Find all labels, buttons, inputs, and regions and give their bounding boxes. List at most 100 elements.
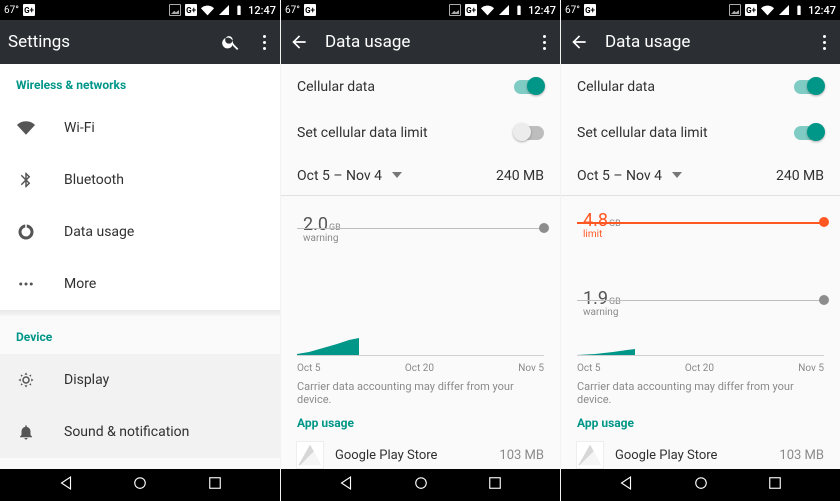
settings-item-data-usage[interactable]: Data usage [0, 206, 280, 258]
period-label: Oct 5 – Nov 4 [577, 168, 662, 184]
settings-item-display[interactable]: Display [0, 354, 280, 406]
nav-home-button[interactable] [692, 474, 710, 496]
nav-bar [561, 469, 840, 501]
nav-recents-button[interactable] [766, 474, 784, 496]
gplus-icon: G+ [185, 4, 197, 16]
settings-item-more[interactable]: More [0, 258, 280, 310]
screenshot-indicator-icon [449, 4, 461, 16]
wifi-icon [481, 4, 494, 17]
period-total: 240 MB [776, 168, 824, 184]
overflow-menu-button[interactable] [257, 35, 272, 50]
search-button[interactable] [221, 32, 241, 52]
overflow-menu-button[interactable] [537, 35, 552, 50]
x-axis [577, 355, 824, 356]
battery-icon [234, 3, 244, 17]
cell-signal-icon [498, 4, 510, 16]
nav-back-button[interactable] [617, 474, 635, 496]
status-bar: 67° G+ G+ 12:47 [561, 0, 840, 20]
app-usage-row[interactable]: Google Play Store 103 MB [561, 438, 840, 468]
app-name: Google Play Store [615, 448, 767, 463]
nav-home-button[interactable] [412, 474, 430, 496]
status-temp: 67° [285, 5, 300, 16]
app-usage-header: App usage [281, 416, 560, 438]
billing-period-selector[interactable]: Oct 5 – Nov 4 240 MB [281, 156, 560, 196]
set-limit-switch[interactable] [514, 126, 544, 140]
back-button[interactable] [289, 32, 309, 52]
billing-period-selector[interactable]: Oct 5 – Nov 4 240 MB [561, 156, 840, 196]
period-total: 240 MB [496, 168, 544, 184]
period-label: Oct 5 – Nov 4 [297, 168, 382, 184]
cellular-data-switch[interactable] [514, 80, 544, 94]
nav-recents-button[interactable] [206, 474, 224, 496]
warning-threshold-handle[interactable] [539, 223, 549, 233]
action-bar: Settings [0, 20, 280, 64]
data-usage-content[interactable]: Cellular data Set cellular data limit Oc… [561, 64, 840, 469]
x-axis-labels: Oct 5 Oct 20 Nov 5 [297, 363, 544, 374]
chevron-down-icon [392, 168, 402, 184]
warning-threshold-line[interactable] [297, 228, 544, 229]
nav-recents-button[interactable] [486, 474, 504, 496]
x-axis-labels: Oct 5 Oct 20 Nov 5 [577, 363, 824, 374]
set-limit-row[interactable]: Set cellular data limit [561, 110, 840, 156]
wifi-icon [16, 119, 36, 137]
x-axis [297, 355, 544, 356]
gplus-icon: G+ [584, 4, 596, 16]
status-clock: 12:47 [248, 4, 276, 17]
status-temp: 67° [565, 5, 580, 16]
set-limit-switch[interactable] [794, 126, 824, 140]
settings-item-label: Data usage [64, 224, 134, 240]
pane-settings: 67° G+ G+ 12:47 Settings Wireless & netw [0, 0, 280, 501]
bell-icon [16, 423, 36, 441]
row-label: Set cellular data limit [577, 125, 794, 141]
action-bar: Data usage [281, 20, 560, 64]
nav-home-button[interactable] [131, 474, 149, 496]
section-header-device: Device [0, 316, 280, 354]
settings-item-wifi[interactable]: Wi-Fi [0, 102, 280, 154]
settings-item-label: More [64, 276, 96, 292]
page-title: Settings [8, 32, 205, 52]
settings-item-sound[interactable]: Sound & notification [0, 406, 280, 458]
play-store-icon [577, 442, 603, 468]
usage-chart[interactable]: 4.8GB limit 1.9GB warning Oct 5 Oct 20 [561, 196, 840, 376]
page-title: Data usage [605, 32, 801, 52]
nav-bar [281, 469, 560, 501]
usage-chart[interactable]: 2.0GB warning Oct 5 Oct 20 Nov 5 [281, 196, 560, 376]
back-button[interactable] [569, 32, 589, 52]
row-label: Set cellular data limit [297, 125, 514, 141]
wifi-icon [201, 4, 214, 17]
warning-threshold-line[interactable] [577, 300, 824, 301]
limit-threshold-line[interactable] [577, 222, 824, 224]
gplus-icon: G+ [304, 4, 316, 16]
status-bar: 67° G+ G+ 12:47 [0, 0, 280, 20]
chevron-down-icon [672, 168, 682, 184]
warning-threshold-handle[interactable] [819, 295, 829, 305]
status-clock: 12:47 [528, 4, 556, 17]
warning-threshold-label: 2.0GB warning [303, 214, 341, 244]
data-usage-content[interactable]: Cellular data Set cellular data limit Oc… [281, 64, 560, 469]
nav-back-button[interactable] [57, 474, 75, 496]
gplus-icon: G+ [23, 4, 35, 16]
settings-item-label: Wi-Fi [64, 120, 95, 136]
section-header-wireless: Wireless & networks [0, 64, 280, 102]
more-horiz-icon [16, 275, 36, 293]
pane-data-usage-withlimit: 67° G+ G+ 12:47 Data usage Cellular data… [560, 0, 840, 501]
screenshot-indicator-icon [729, 4, 741, 16]
settings-item-bluetooth[interactable]: Bluetooth [0, 154, 280, 206]
cellular-data-row[interactable]: Cellular data [561, 64, 840, 110]
set-limit-row[interactable]: Set cellular data limit [281, 110, 560, 156]
action-bar: Data usage [561, 20, 840, 64]
pane-data-usage-nolimit: 67° G+ G+ 12:47 Data usage Cellular data… [280, 0, 560, 501]
cellular-data-switch[interactable] [794, 80, 824, 94]
bluetooth-icon [16, 171, 36, 189]
gplus-icon: G+ [745, 4, 757, 16]
status-clock: 12:47 [808, 4, 836, 17]
nav-back-button[interactable] [337, 474, 355, 496]
settings-list[interactable]: Wireless & networks Wi-Fi Bluetooth Data… [0, 64, 280, 469]
app-amount: 103 MB [499, 448, 544, 463]
overflow-menu-button[interactable] [817, 35, 832, 50]
cellular-data-row[interactable]: Cellular data [281, 64, 560, 110]
usage-area [577, 332, 825, 356]
app-usage-row[interactable]: Google Play Store 103 MB [281, 438, 560, 468]
limit-threshold-handle[interactable] [819, 217, 829, 227]
settings-item-label: Bluetooth [64, 172, 124, 188]
